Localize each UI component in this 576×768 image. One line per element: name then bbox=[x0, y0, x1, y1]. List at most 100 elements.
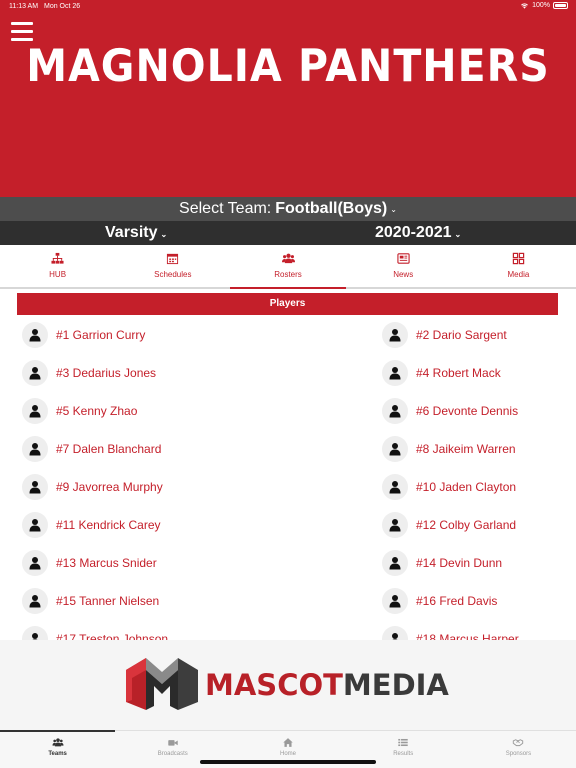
group-icon bbox=[281, 253, 295, 264]
chevron-down-icon: ⌄ bbox=[390, 204, 397, 214]
person-icon bbox=[382, 550, 408, 576]
mascot-media-logo-icon bbox=[126, 658, 198, 710]
nav-label: Results bbox=[393, 751, 414, 757]
player-name: #17 Treston Johnson bbox=[56, 632, 169, 640]
calendar-icon bbox=[167, 253, 179, 265]
player-name: #13 Marcus Snider bbox=[56, 556, 157, 570]
nav-label: Broadcasts bbox=[157, 751, 188, 757]
person-icon bbox=[382, 588, 408, 614]
team-banner: MAGNOLIA PANTHERS bbox=[0, 0, 576, 197]
season-value: 2020-2021 bbox=[375, 224, 452, 241]
section-tabs: HUB Schedules Rosters News Media bbox=[0, 245, 576, 289]
tab-label: HUB bbox=[49, 270, 67, 279]
tab-rosters[interactable]: Rosters bbox=[230, 245, 346, 289]
tab-label: News bbox=[393, 270, 414, 279]
tab-label: Rosters bbox=[274, 270, 302, 279]
battery-percent: 100% bbox=[532, 2, 550, 9]
ad-brand-part1: MASCOT bbox=[205, 668, 343, 702]
player-list-item[interactable]: #14 Devin Dunn bbox=[382, 546, 502, 580]
wifi-icon bbox=[521, 3, 529, 9]
player-list-item[interactable]: #17 Treston Johnson bbox=[22, 622, 168, 640]
person-icon bbox=[22, 436, 48, 462]
person-icon bbox=[22, 322, 48, 348]
player-list-item[interactable]: #2 Dario Sargent bbox=[382, 318, 507, 352]
person-icon bbox=[22, 398, 48, 424]
player-list-item[interactable]: #8 Jaikeim Warren bbox=[382, 432, 516, 466]
roster-list: #1 Garrion Curry #2 Dario Sargent #3 Dedar… bbox=[0, 318, 576, 640]
level-value: Varsity bbox=[105, 224, 158, 241]
team-selector[interactable]: Select Team: Football(Boys) ⌄ bbox=[0, 197, 576, 221]
tab-schedules[interactable]: Schedules bbox=[115, 245, 230, 287]
tab-hub[interactable]: HUB bbox=[0, 245, 115, 287]
level-season-row: Varsity ⌄ 2020-2021 ⌄ bbox=[0, 221, 576, 245]
team-select-value: Football(Boys) bbox=[275, 200, 388, 217]
level-selector[interactable]: Varsity ⌄ bbox=[105, 224, 167, 242]
player-name: #6 Devonte Dennis bbox=[416, 404, 519, 418]
player-list-item[interactable]: #10 Jaden Clayton bbox=[382, 470, 516, 504]
player-name: #7 Dalen Blanchard bbox=[56, 442, 162, 456]
ad-brand-part2: MEDIA bbox=[342, 668, 449, 702]
person-icon bbox=[22, 512, 48, 538]
video-camera-icon bbox=[168, 740, 178, 746]
player-name: #9 Javorrea Murphy bbox=[56, 480, 163, 494]
player-list-item[interactable]: #12 Colby Garland bbox=[382, 508, 516, 542]
chevron-down-icon: ⌄ bbox=[160, 230, 168, 239]
player-name: #14 Devin Dunn bbox=[416, 556, 503, 570]
player-name: #11 Kendrick Carey bbox=[56, 518, 161, 532]
nav-label: Sponsors bbox=[505, 751, 532, 757]
tab-news[interactable]: News bbox=[346, 245, 461, 287]
player-list-item[interactable]: #11 Kendrick Carey bbox=[22, 508, 161, 542]
player-list-item[interactable]: #5 Kenny Zhao bbox=[22, 394, 137, 428]
status-time: 11:13 AM bbox=[9, 3, 39, 10]
player-name: #4 Robert Mack bbox=[416, 366, 501, 380]
status-date: Mon Oct 26 bbox=[44, 3, 81, 10]
battery-icon bbox=[553, 2, 568, 9]
nav-teams[interactable]: Teams bbox=[0, 731, 115, 768]
season-selector[interactable]: 2020-2021 ⌄ bbox=[375, 224, 461, 242]
player-list-item[interactable]: #9 Javorrea Murphy bbox=[22, 470, 163, 504]
status-bar: 11:13 AM Mon Oct 26 100% bbox=[0, 0, 576, 14]
player-list-item[interactable]: #7 Dalen Blanchard bbox=[22, 432, 161, 466]
tab-media[interactable]: Media bbox=[461, 245, 576, 287]
player-list-item[interactable]: #15 Tanner Nielsen bbox=[22, 584, 159, 618]
grid-icon bbox=[512, 252, 525, 265]
player-name: #3 Dedarius Jones bbox=[56, 366, 157, 380]
chevron-down-icon: ⌄ bbox=[454, 230, 462, 239]
hamburger-menu-button[interactable] bbox=[11, 22, 33, 42]
home-icon bbox=[283, 738, 293, 747]
person-icon bbox=[22, 588, 48, 614]
nav-sponsors[interactable]: Sponsors bbox=[461, 731, 576, 768]
group-icon bbox=[52, 738, 64, 747]
player-name: #15 Tanner Nielsen bbox=[56, 594, 160, 608]
person-icon bbox=[382, 322, 408, 348]
player-list-item[interactable]: #4 Robert Mack bbox=[382, 356, 501, 390]
person-icon bbox=[382, 474, 408, 500]
menu-icon bbox=[11, 22, 33, 25]
player-list-item[interactable]: #1 Garrion Curry bbox=[22, 318, 145, 352]
player-list-item[interactable]: #6 Devonte Dennis bbox=[382, 394, 518, 428]
player-list-item[interactable]: #16 Fred Davis bbox=[382, 584, 497, 618]
player-list-item[interactable]: #13 Marcus Snider bbox=[22, 546, 157, 580]
person-icon bbox=[382, 360, 408, 386]
player-list-item[interactable]: #3 Dedarius Jones bbox=[22, 356, 156, 390]
person-icon bbox=[22, 360, 48, 386]
nav-label: Teams bbox=[48, 751, 67, 757]
tab-label: Media bbox=[507, 270, 530, 279]
newspaper-icon bbox=[397, 253, 410, 264]
tab-label: Schedules bbox=[154, 270, 192, 279]
player-list-item[interactable]: #18 Marcus Harper bbox=[382, 622, 519, 640]
nav-label: Home bbox=[280, 751, 297, 757]
ad-brand-text: MASCOTMEDIA bbox=[205, 668, 449, 702]
player-name: #12 Colby Garland bbox=[416, 518, 517, 532]
handshake-icon bbox=[513, 739, 524, 747]
menu-icon-bar bbox=[11, 30, 33, 33]
home-indicator[interactable] bbox=[200, 760, 376, 764]
players-section-header: Players bbox=[17, 293, 558, 315]
person-icon bbox=[382, 436, 408, 462]
team-select-label: Select Team: bbox=[179, 200, 272, 217]
person-icon bbox=[22, 474, 48, 500]
active-indicator bbox=[0, 730, 115, 732]
person-icon bbox=[382, 398, 408, 424]
status-right: 100% bbox=[520, 2, 568, 9]
list-icon bbox=[398, 738, 408, 747]
